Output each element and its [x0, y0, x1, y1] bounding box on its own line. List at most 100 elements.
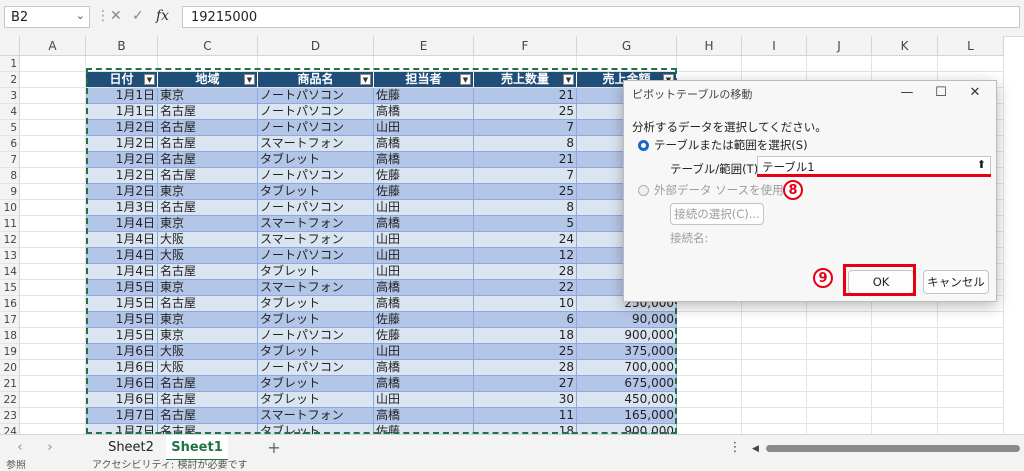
- table-cell[interactable]: 名古屋: [158, 408, 258, 424]
- table-cell[interactable]: 佐藤: [374, 312, 474, 328]
- table-cell[interactable]: 700,000: [577, 360, 677, 376]
- column-header[interactable]: G: [577, 36, 677, 56]
- table-cell[interactable]: 佐藤: [374, 424, 474, 434]
- table-cell[interactable]: 1月4日: [86, 248, 158, 264]
- add-sheet-button[interactable]: +: [262, 435, 286, 461]
- table-cell[interactable]: 1月6日: [86, 376, 158, 392]
- table-cell[interactable]: タブレット: [258, 296, 374, 312]
- grid-cell[interactable]: [20, 56, 86, 72]
- row-header[interactable]: 15: [0, 280, 20, 296]
- table-cell[interactable]: 22: [474, 280, 577, 296]
- table-header-cell[interactable]: 担当者 ▼: [374, 72, 474, 88]
- grid-cell[interactable]: [872, 408, 938, 424]
- table-cell[interactable]: 1月5日: [86, 328, 158, 344]
- filter-dropdown-icon[interactable]: ▼: [144, 74, 155, 85]
- column-header[interactable]: B: [86, 36, 158, 56]
- choose-connection-button[interactable]: 接続の選択(C)...: [670, 203, 764, 225]
- grid-cell[interactable]: [742, 392, 807, 408]
- row-header[interactable]: 2: [0, 72, 20, 88]
- grid-cell[interactable]: [938, 376, 1004, 392]
- grid-cell[interactable]: [677, 408, 742, 424]
- table-cell[interactable]: 山田: [374, 232, 474, 248]
- grid-cell[interactable]: [807, 408, 872, 424]
- row-header[interactable]: 12: [0, 232, 20, 248]
- table-cell[interactable]: 高橋: [374, 296, 474, 312]
- grid-cell[interactable]: [938, 328, 1004, 344]
- row-header[interactable]: 23: [0, 408, 20, 424]
- table-cell[interactable]: 山田: [374, 392, 474, 408]
- table-cell[interactable]: 900,000: [577, 328, 677, 344]
- horizontal-scrollbar[interactable]: [766, 445, 1020, 452]
- name-box[interactable]: B2 ⌄: [4, 6, 90, 28]
- table-cell[interactable]: 24: [474, 232, 577, 248]
- scroll-right-icon[interactable]: ›: [40, 435, 60, 461]
- grid-cell[interactable]: [20, 248, 86, 264]
- table-cell[interactable]: スマートフォン: [258, 408, 374, 424]
- table-cell[interactable]: ノートパソコン: [258, 248, 374, 264]
- row-header[interactable]: 19: [0, 344, 20, 360]
- filter-dropdown-icon[interactable]: ▼: [360, 74, 371, 85]
- grid-cell[interactable]: [677, 392, 742, 408]
- grid-cell[interactable]: [20, 136, 86, 152]
- grid-cell[interactable]: [20, 72, 86, 88]
- row-header[interactable]: 8: [0, 168, 20, 184]
- grid-cell[interactable]: [872, 392, 938, 408]
- row-header[interactable]: 7: [0, 152, 20, 168]
- table-cell[interactable]: 21: [474, 152, 577, 168]
- table-cell[interactable]: 1月7日: [86, 424, 158, 434]
- filter-dropdown-icon[interactable]: ▼: [460, 74, 471, 85]
- grid-cell[interactable]: [20, 312, 86, 328]
- table-cell[interactable]: 大阪: [158, 344, 258, 360]
- grid-cell[interactable]: [20, 344, 86, 360]
- table-cell[interactable]: 1月4日: [86, 232, 158, 248]
- grid-cell[interactable]: [938, 312, 1004, 328]
- table-cell[interactable]: 高橋: [374, 360, 474, 376]
- table-cell[interactable]: 大阪: [158, 232, 258, 248]
- table-cell[interactable]: 12: [474, 248, 577, 264]
- table-cell[interactable]: ノートパソコン: [258, 168, 374, 184]
- table-cell[interactable]: 1月2日: [86, 168, 158, 184]
- table-cell[interactable]: 高橋: [374, 136, 474, 152]
- table-cell[interactable]: 山田: [374, 264, 474, 280]
- table-cell[interactable]: 25: [474, 344, 577, 360]
- table-cell[interactable]: 675,000: [577, 376, 677, 392]
- scroll-left-icon[interactable]: ‹: [10, 435, 30, 461]
- table-cell[interactable]: 東京: [158, 88, 258, 104]
- table-cell[interactable]: スマートフォン: [258, 232, 374, 248]
- chevron-down-icon[interactable]: ⌄: [76, 9, 85, 22]
- row-header[interactable]: 6: [0, 136, 20, 152]
- table-cell[interactable]: 30: [474, 392, 577, 408]
- grid-cell[interactable]: [742, 328, 807, 344]
- table-cell[interactable]: タブレット: [258, 344, 374, 360]
- table-cell[interactable]: タブレット: [258, 184, 374, 200]
- table-cell[interactable]: 東京: [158, 312, 258, 328]
- table-cell[interactable]: 8: [474, 136, 577, 152]
- table-cell[interactable]: タブレット: [258, 152, 374, 168]
- grid-cell[interactable]: [938, 392, 1004, 408]
- close-icon[interactable]: ✕: [960, 83, 990, 103]
- row-header[interactable]: 4: [0, 104, 20, 120]
- table-cell[interactable]: 山田: [374, 344, 474, 360]
- table-cell[interactable]: 18: [474, 424, 577, 434]
- grid-cell[interactable]: [258, 56, 374, 72]
- table-cell[interactable]: タブレット: [258, 376, 374, 392]
- row-header[interactable]: 13: [0, 248, 20, 264]
- table-cell[interactable]: 大阪: [158, 360, 258, 376]
- table-cell[interactable]: 90,000: [577, 312, 677, 328]
- grid-cell[interactable]: [872, 360, 938, 376]
- table-cell[interactable]: 27: [474, 376, 577, 392]
- row-header[interactable]: 18: [0, 328, 20, 344]
- grid-cell[interactable]: [742, 344, 807, 360]
- table-cell[interactable]: 21: [474, 88, 577, 104]
- grid-cell[interactable]: [742, 376, 807, 392]
- table-cell[interactable]: 25: [474, 104, 577, 120]
- table-cell[interactable]: 名古屋: [158, 424, 258, 434]
- grid-cell[interactable]: [677, 312, 742, 328]
- grid-cell[interactable]: [20, 296, 86, 312]
- row-header[interactable]: 1: [0, 56, 20, 72]
- grid-cell[interactable]: [807, 328, 872, 344]
- grid-cell[interactable]: [807, 312, 872, 328]
- table-cell[interactable]: 1月4日: [86, 216, 158, 232]
- radio-table-range[interactable]: [638, 140, 649, 151]
- table-cell[interactable]: 高橋: [374, 376, 474, 392]
